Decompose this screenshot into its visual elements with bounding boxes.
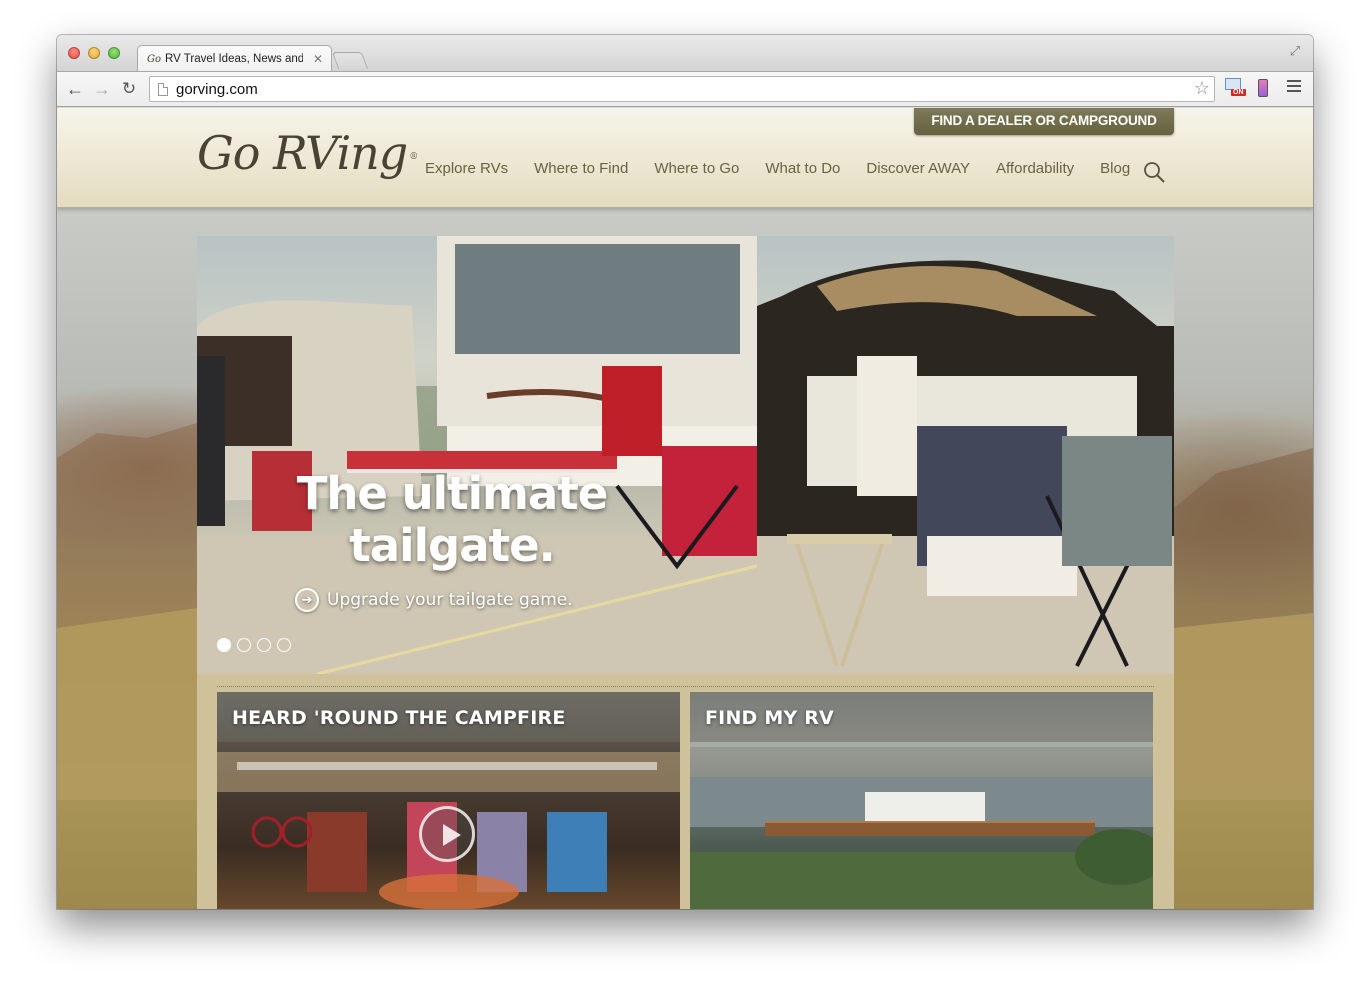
- site-header: Go RVing ® FIND A DEALER OR CAMPGROUND Ex…: [57, 108, 1313, 208]
- arrow-circle-icon: ➔: [295, 588, 319, 612]
- back-arrow-icon[interactable]: ←: [65, 79, 85, 99]
- extension-on-badge: ON: [1231, 89, 1246, 96]
- card-title-campfire: HEARD 'ROUND THE CAMPFIRE: [232, 707, 566, 729]
- nav-affordability[interactable]: Affordability: [996, 160, 1074, 177]
- bookmark-star-icon[interactable]: ☆: [1194, 78, 1210, 99]
- browser-window: Go RV Travel Ideas, News and ✕ ⤢ ← → ↻ g…: [57, 35, 1313, 909]
- slide-dot-4[interactable]: [277, 638, 291, 652]
- hero-headline: The ultimate tailgate.: [296, 467, 609, 572]
- tab-favicon-icon: Go: [147, 53, 162, 65]
- card-campfire[interactable]: HEARD 'ROUND THE CAMPFIRE: [217, 692, 680, 909]
- main-nav: Explore RVs Where to Find Where to Go Wh…: [425, 160, 1156, 177]
- tab-title: RV Travel Ideas, News and: [165, 53, 304, 65]
- forward-arrow-icon[interactable]: →: [92, 79, 112, 99]
- tab-active[interactable]: Go RV Travel Ideas, News and ✕: [137, 45, 332, 72]
- nav-discover-away[interactable]: Discover AWAY: [866, 160, 970, 177]
- hero-cta-link[interactable]: ➔ Upgrade your tailgate game.: [295, 588, 573, 612]
- nav-blog[interactable]: Blog: [1100, 160, 1130, 177]
- card-find-my-rv[interactable]: FIND MY RV: [690, 692, 1153, 909]
- page-viewport: Go RVing ® FIND A DEALER OR CAMPGROUND Ex…: [57, 108, 1313, 909]
- hero-slideshow[interactable]: The ultimate tailgate. ➔ Upgrade your ta…: [197, 236, 1174, 674]
- minimize-window-button[interactable]: [88, 47, 100, 59]
- extension-monitor-icon[interactable]: ON: [1225, 78, 1247, 100]
- gorving-logo[interactable]: Go RVing ®: [197, 126, 418, 180]
- page-icon: [158, 82, 168, 96]
- fullscreen-icon[interactable]: ⤢: [1287, 43, 1303, 59]
- close-window-button[interactable]: [68, 47, 80, 59]
- title-bar: Go RV Travel Ideas, News and ✕ ⤢: [57, 35, 1313, 72]
- find-dealer-button[interactable]: FIND A DEALER OR CAMPGROUND: [914, 108, 1174, 135]
- play-video-icon[interactable]: [419, 806, 475, 862]
- reload-icon[interactable]: ↻: [119, 79, 139, 99]
- browser-toolbar: ← → ↻ gorving.com ☆ ON: [57, 71, 1313, 107]
- hamburger-menu-icon[interactable]: [1287, 80, 1301, 95]
- nav-where-to-find[interactable]: Where to Find: [534, 160, 628, 177]
- slide-indicators: [217, 638, 297, 652]
- nav-what-to-do[interactable]: What to Do: [765, 160, 840, 177]
- feature-panel: HEARD 'ROUND THE CAMPFIRE FIND MY RV: [197, 674, 1174, 909]
- address-bar[interactable]: gorving.com ☆: [149, 76, 1215, 102]
- extension-phone-icon[interactable]: [1258, 79, 1268, 97]
- new-tab-button[interactable]: [331, 52, 369, 69]
- slide-dot-1[interactable]: [217, 638, 231, 652]
- divider: [217, 686, 1154, 687]
- card-title-find-my-rv: FIND MY RV: [705, 707, 834, 729]
- slide-dot-3[interactable]: [257, 638, 271, 652]
- maximize-window-button[interactable]: [108, 47, 120, 59]
- nav-explore-rvs[interactable]: Explore RVs: [425, 160, 508, 177]
- tab-close-icon[interactable]: ✕: [313, 52, 323, 66]
- url-text[interactable]: gorving.com: [176, 81, 258, 98]
- slide-dot-2[interactable]: [237, 638, 251, 652]
- nav-where-to-go[interactable]: Where to Go: [654, 160, 739, 177]
- search-icon[interactable]: [1142, 160, 1166, 184]
